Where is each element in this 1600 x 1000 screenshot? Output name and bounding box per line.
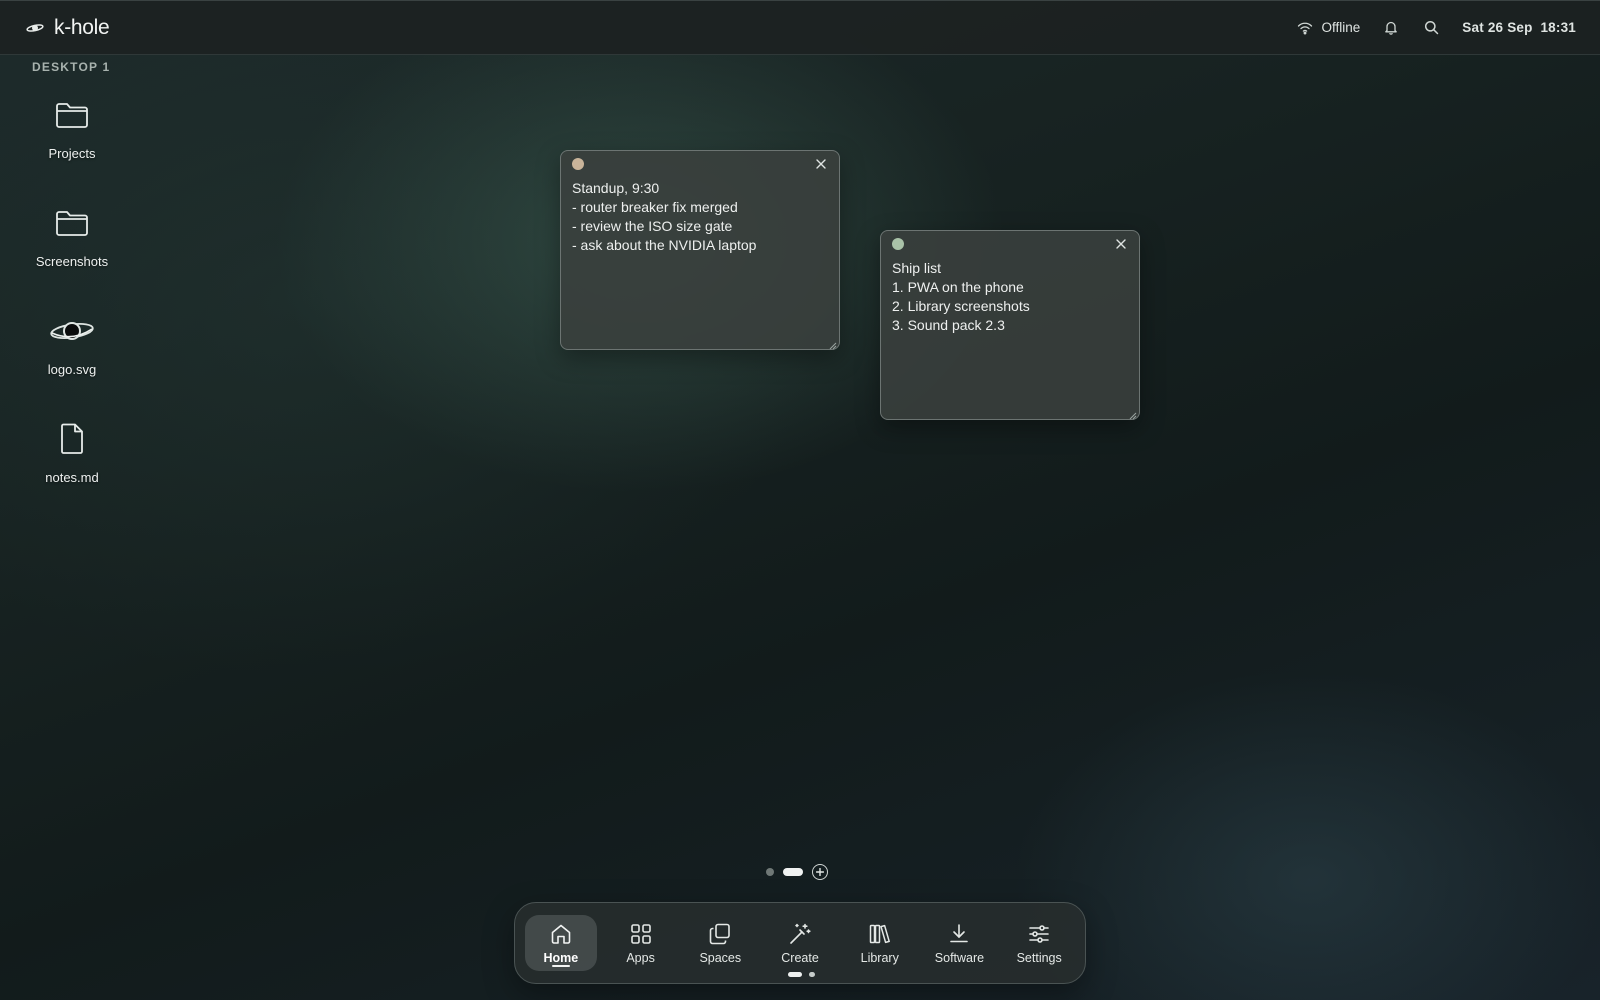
planet-ring-icon	[26, 22, 44, 34]
desktop-icon-label: Projects	[48, 146, 96, 161]
desktop-icon-logo-svg[interactable]: logo.svg	[24, 300, 120, 408]
sticky-note-ship-list[interactable]: Ship list 1. PWA on the phone 2. Library…	[880, 230, 1140, 420]
folder-icon	[48, 200, 96, 246]
dock-page-indicator	[788, 972, 815, 977]
folder-icon	[48, 92, 96, 138]
brand-name: k-hole	[54, 15, 110, 39]
desktop-icons: Projects Screenshots logo.svg notes.md	[24, 84, 120, 516]
brand[interactable]: k-hole	[26, 15, 110, 40]
desktop-icon-notes-md[interactable]: notes.md	[24, 408, 120, 516]
home-icon	[548, 921, 574, 947]
note-color-dot[interactable]	[892, 238, 904, 250]
note-header[interactable]	[561, 151, 839, 177]
search-icon[interactable]	[1422, 19, 1440, 37]
page-dot-1[interactable]	[766, 868, 774, 876]
desktop-icon-label: logo.svg	[47, 362, 97, 377]
network-status[interactable]: Offline	[1296, 19, 1361, 37]
note-color-dot[interactable]	[572, 158, 584, 170]
desktop-icon-label: Screenshots	[35, 254, 109, 269]
note-header[interactable]	[881, 231, 1139, 257]
dock-settings[interactable]: Settings	[1003, 915, 1075, 971]
desktop-icon-label: notes.md	[45, 470, 99, 485]
active-indicator	[552, 965, 570, 967]
dock-spaces[interactable]: Spaces	[684, 915, 756, 971]
file-icon	[48, 416, 96, 462]
page-dot-2-active[interactable]	[783, 868, 803, 876]
resize-handle-icon[interactable]	[1127, 407, 1137, 420]
dock-label: Software	[934, 951, 985, 965]
dock-apps[interactable]: Apps	[605, 915, 677, 971]
close-icon[interactable]	[1113, 236, 1129, 252]
desktop-label: DESKTOP 1	[32, 60, 111, 74]
status-area: Offline Sat 26 Sep 18:31	[1296, 19, 1577, 37]
network-label: Offline	[1321, 20, 1361, 35]
note-text[interactable]: Standup, 9:30 - router breaker fix merge…	[561, 177, 839, 255]
wifi-icon	[1296, 19, 1314, 37]
dock-label: Home	[543, 951, 579, 965]
resize-handle-icon[interactable]	[827, 337, 837, 350]
top-bar: k-hole Offline Sat 26 Sep 18:31	[0, 0, 1600, 55]
bell-icon[interactable]	[1382, 19, 1400, 37]
dock-label: Spaces	[699, 951, 742, 965]
dock-label: Library	[860, 951, 899, 965]
sliders-icon	[1026, 921, 1052, 947]
sticky-note-standup[interactable]: Standup, 9:30 - router breaker fix merge…	[560, 150, 840, 350]
desktop-icon-projects[interactable]: Projects	[24, 84, 120, 192]
close-icon[interactable]	[813, 156, 829, 172]
black-hole-icon	[48, 308, 96, 354]
dock-page-dot-active[interactable]	[788, 972, 802, 977]
download-icon	[946, 921, 972, 947]
library-books-icon	[867, 921, 893, 947]
desktop-icon-screenshots[interactable]: Screenshots	[24, 192, 120, 300]
dock-create[interactable]: Create	[764, 915, 836, 971]
grid-icon	[628, 921, 654, 947]
note-text[interactable]: Ship list 1. PWA on the phone 2. Library…	[881, 257, 1139, 335]
dock-label: Create	[781, 951, 819, 965]
dock-home[interactable]: Home	[525, 915, 597, 971]
clock[interactable]: Sat 26 Sep 18:31	[1462, 20, 1576, 35]
desktop-page-indicator	[766, 864, 828, 880]
dock-label: Apps	[626, 951, 655, 965]
dock-page-dot[interactable]	[809, 972, 815, 977]
dock-software[interactable]: Software	[924, 915, 996, 971]
dock-library[interactable]: Library	[844, 915, 916, 971]
copy-squares-icon	[707, 921, 733, 947]
magic-wand-icon	[787, 921, 813, 947]
dock-label: Settings	[1016, 951, 1062, 965]
add-desktop-icon[interactable]	[812, 864, 828, 880]
